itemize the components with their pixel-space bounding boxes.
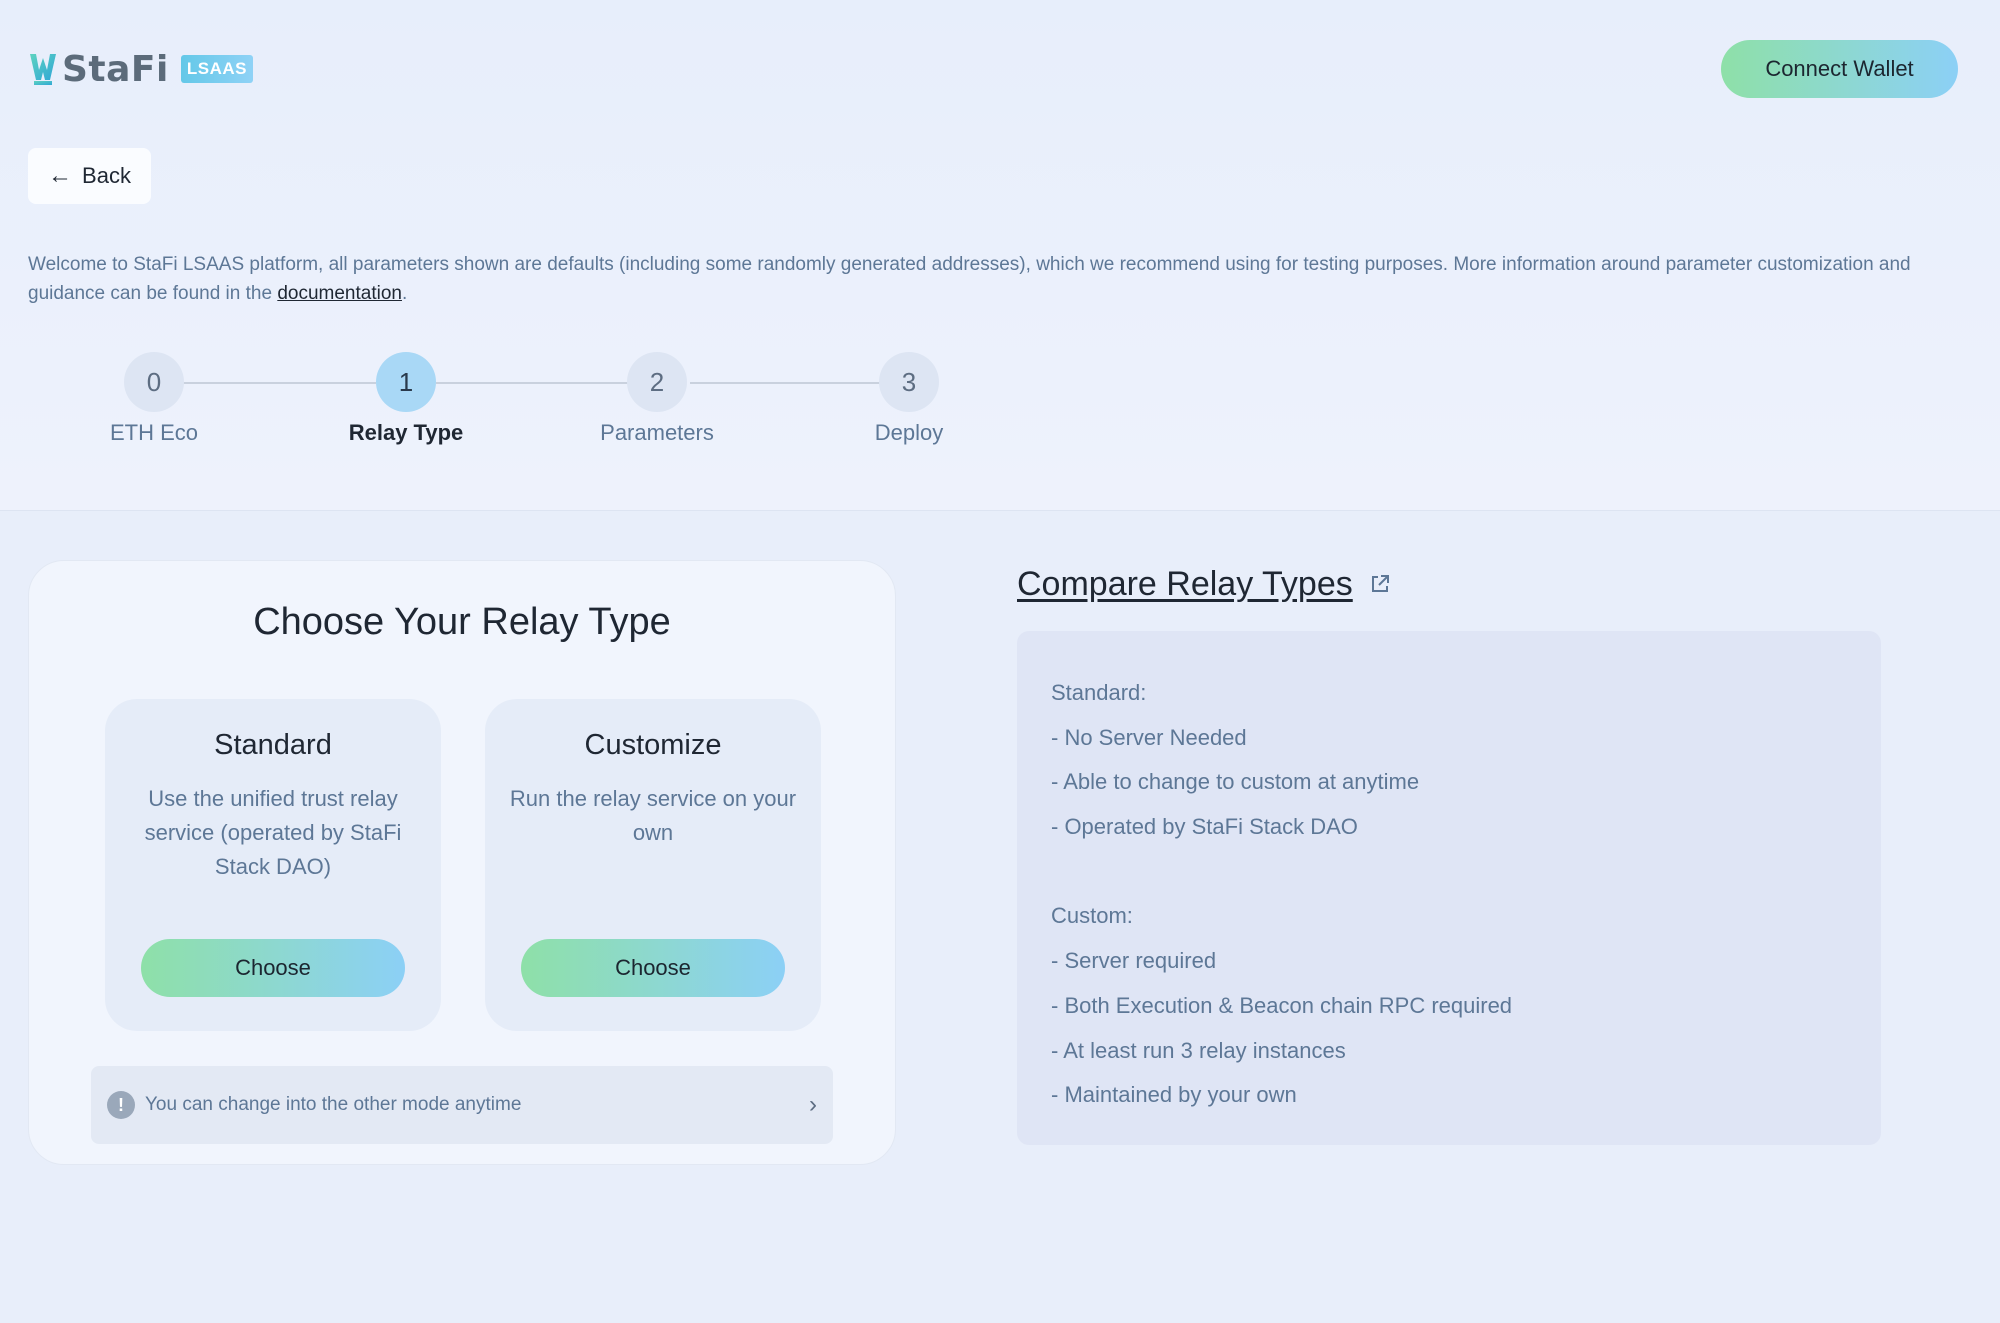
- option-description: Run the relay service on your own: [509, 786, 797, 845]
- choose-standard-button[interactable]: Choose: [141, 939, 405, 997]
- chevron-right-icon: ›: [809, 1091, 817, 1118]
- external-link-icon: [1371, 575, 1389, 592]
- connect-wallet-button[interactable]: Connect Wallet: [1721, 40, 1958, 98]
- step-relay-type[interactable]: 1 Relay Type: [336, 352, 476, 446]
- compare-line: - At least run 3 relay instances: [1051, 1037, 1346, 1063]
- arrow-left-icon: ←: [48, 162, 73, 189]
- step-eth-eco[interactable]: 0 ETH Eco: [84, 352, 224, 446]
- step-deploy[interactable]: 3 Deploy: [839, 352, 979, 446]
- step-label: Parameters: [600, 420, 714, 445]
- back-button[interactable]: ← Back: [28, 148, 151, 204]
- notice-text: You can change into the other mode anyti…: [145, 1094, 522, 1115]
- compare-title: Compare Relay Types: [1017, 564, 1353, 603]
- compare-line: - No Server Needed: [1051, 724, 1247, 750]
- intro-text: Welcome to StaFi LSAAS platform, all par…: [28, 250, 1968, 308]
- relay-type-card: Choose Your Relay Type Standard Use the …: [28, 560, 896, 1165]
- option-title: Customize: [584, 729, 722, 761]
- step-label: ETH Eco: [109, 420, 199, 445]
- compare-line: [1051, 850, 1847, 895]
- documentation-link[interactable]: documentation: [277, 283, 402, 304]
- compare-box: Standard: - No Server Needed - Able to c…: [1017, 631, 1881, 1145]
- top-section: StaFi LSAAS Connect Wallet ← Back Welcom…: [0, 0, 2000, 511]
- intro-text-end: .: [401, 283, 408, 304]
- mode-change-notice[interactable]: ! You can change into the other mode any…: [91, 1066, 833, 1144]
- compare-line: - Both Execution & Beacon chain RPC requ…: [1051, 992, 1513, 1018]
- option-title: Standard: [214, 729, 332, 761]
- compare-line: - Server required: [1051, 948, 1217, 974]
- compare-line: - Operated by StaFi Stack DAO: [1051, 814, 1358, 840]
- choose-customize-button[interactable]: Choose: [521, 939, 785, 997]
- step-label: Deploy: [874, 420, 944, 445]
- compare-line: - Maintained by your own: [1051, 1082, 1297, 1108]
- info-icon: !: [107, 1091, 135, 1119]
- step-parameters[interactable]: 2 Parameters: [587, 352, 727, 446]
- compare-line: Custom:: [1051, 903, 1133, 929]
- compare-relay-types-link[interactable]: Compare Relay Types: [1017, 560, 1391, 608]
- option-customize: Customize Run the relay service on your …: [485, 699, 821, 1031]
- compare-line: Standard:: [1051, 680, 1147, 705]
- step-number: 1: [376, 352, 436, 412]
- stafi-logo-icon: [30, 54, 56, 85]
- step-number: 0: [124, 352, 184, 412]
- stafi-logo[interactable]: StaFi LSAAS: [28, 48, 253, 90]
- step-number: 3: [879, 352, 939, 412]
- relay-card-title: Choose Your Relay Type: [253, 601, 671, 643]
- logo-text: StaFi: [62, 48, 169, 90]
- back-label: Back: [82, 163, 131, 188]
- logo-badge: LSAAS: [180, 55, 253, 83]
- option-standard: Standard Use the unified trust relay ser…: [105, 699, 441, 1031]
- compare-line: - Able to change to custom at anytime: [1051, 769, 1420, 795]
- step-number: 2: [627, 352, 687, 412]
- option-description: Use the unified trust relay service (ope…: [144, 786, 402, 879]
- stepper: 0 ETH Eco 1 Relay Type 2 Parameters 3 De…: [0, 352, 1000, 452]
- step-label: Relay Type: [348, 420, 464, 445]
